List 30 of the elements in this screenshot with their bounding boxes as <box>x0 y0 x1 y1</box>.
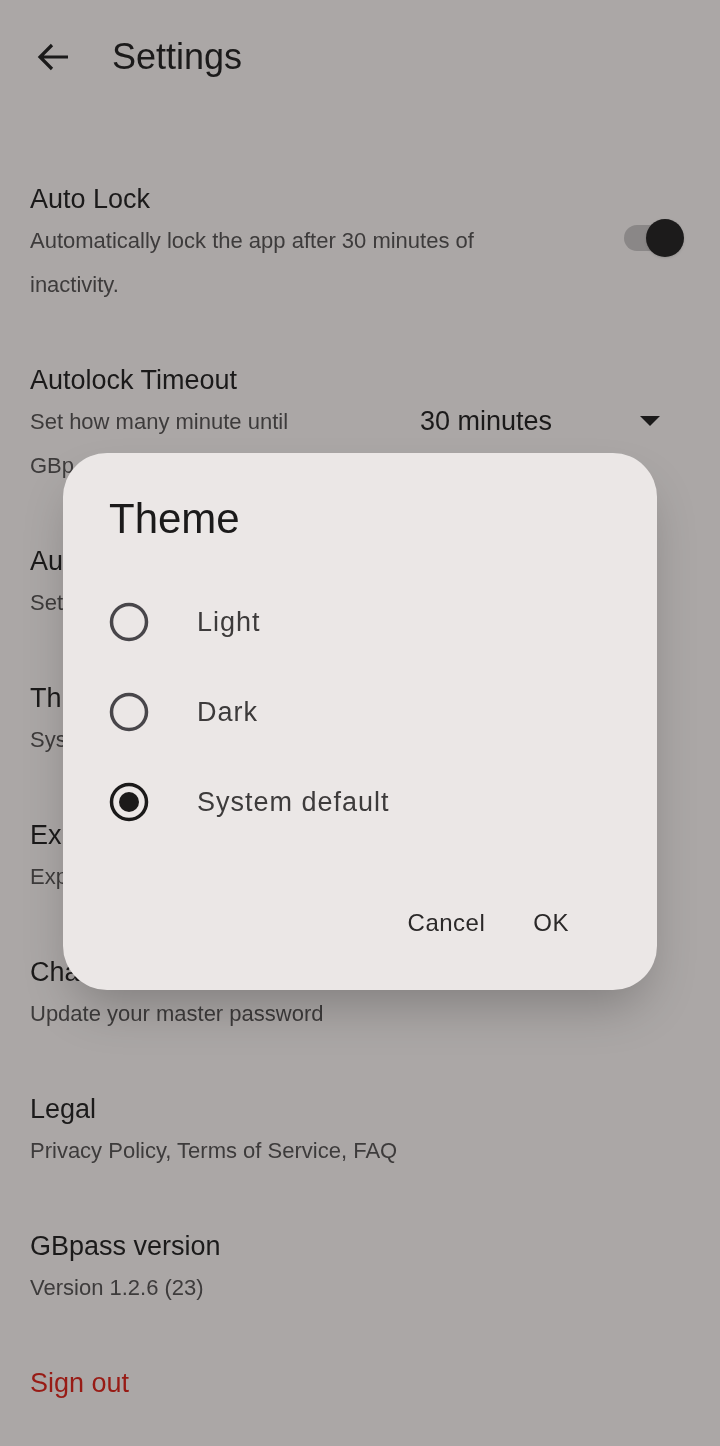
dialog-button[interactable]: Cancel <box>403 897 490 949</box>
setting-title: Th <box>30 682 62 715</box>
setting-description: Automatically lock the app after 30 minutes of <box>30 227 474 255</box>
setting-description: inactivity. <box>30 271 119 299</box>
setting-title: Au <box>30 545 64 578</box>
timeout-dropdown[interactable]: 30 minutes <box>420 401 660 442</box>
setting-title: Autolock Timeout <box>30 364 238 397</box>
setting-title: Auto Lock <box>30 183 151 216</box>
setting-title: Legal <box>30 1093 97 1126</box>
theme-option[interactable]: Dark <box>109 667 258 757</box>
setting-title: Ex <box>30 819 62 852</box>
radio-button[interactable] <box>109 602 149 642</box>
radio-button[interactable] <box>109 692 149 732</box>
theme-option[interactable]: System default <box>109 757 390 847</box>
dialog-title: Theme <box>109 494 241 544</box>
radio-button[interactable] <box>109 782 149 822</box>
setting-description: Privacy Policy, Terms of Service, FAQ <box>30 1137 398 1165</box>
setting-description: GBp <box>30 452 75 480</box>
setting-title: GBpass version <box>30 1230 221 1263</box>
back-arrow-icon[interactable] <box>36 42 70 72</box>
sign-out-link[interactable]: Sign out <box>30 1364 130 1403</box>
setting-description: Set <box>30 589 64 617</box>
screen-title: Settings <box>112 35 243 79</box>
toggle-switch[interactable] <box>622 218 684 258</box>
setting-description: Update your master password <box>30 1000 324 1028</box>
theme-option[interactable]: Light <box>109 577 261 667</box>
setting-description: Set how many minute until <box>30 408 289 436</box>
setting-description: Version 1.2.6 (23) <box>30 1274 204 1302</box>
dropdown-caret-icon <box>640 416 660 427</box>
dialog-button[interactable]: OK <box>529 897 573 949</box>
